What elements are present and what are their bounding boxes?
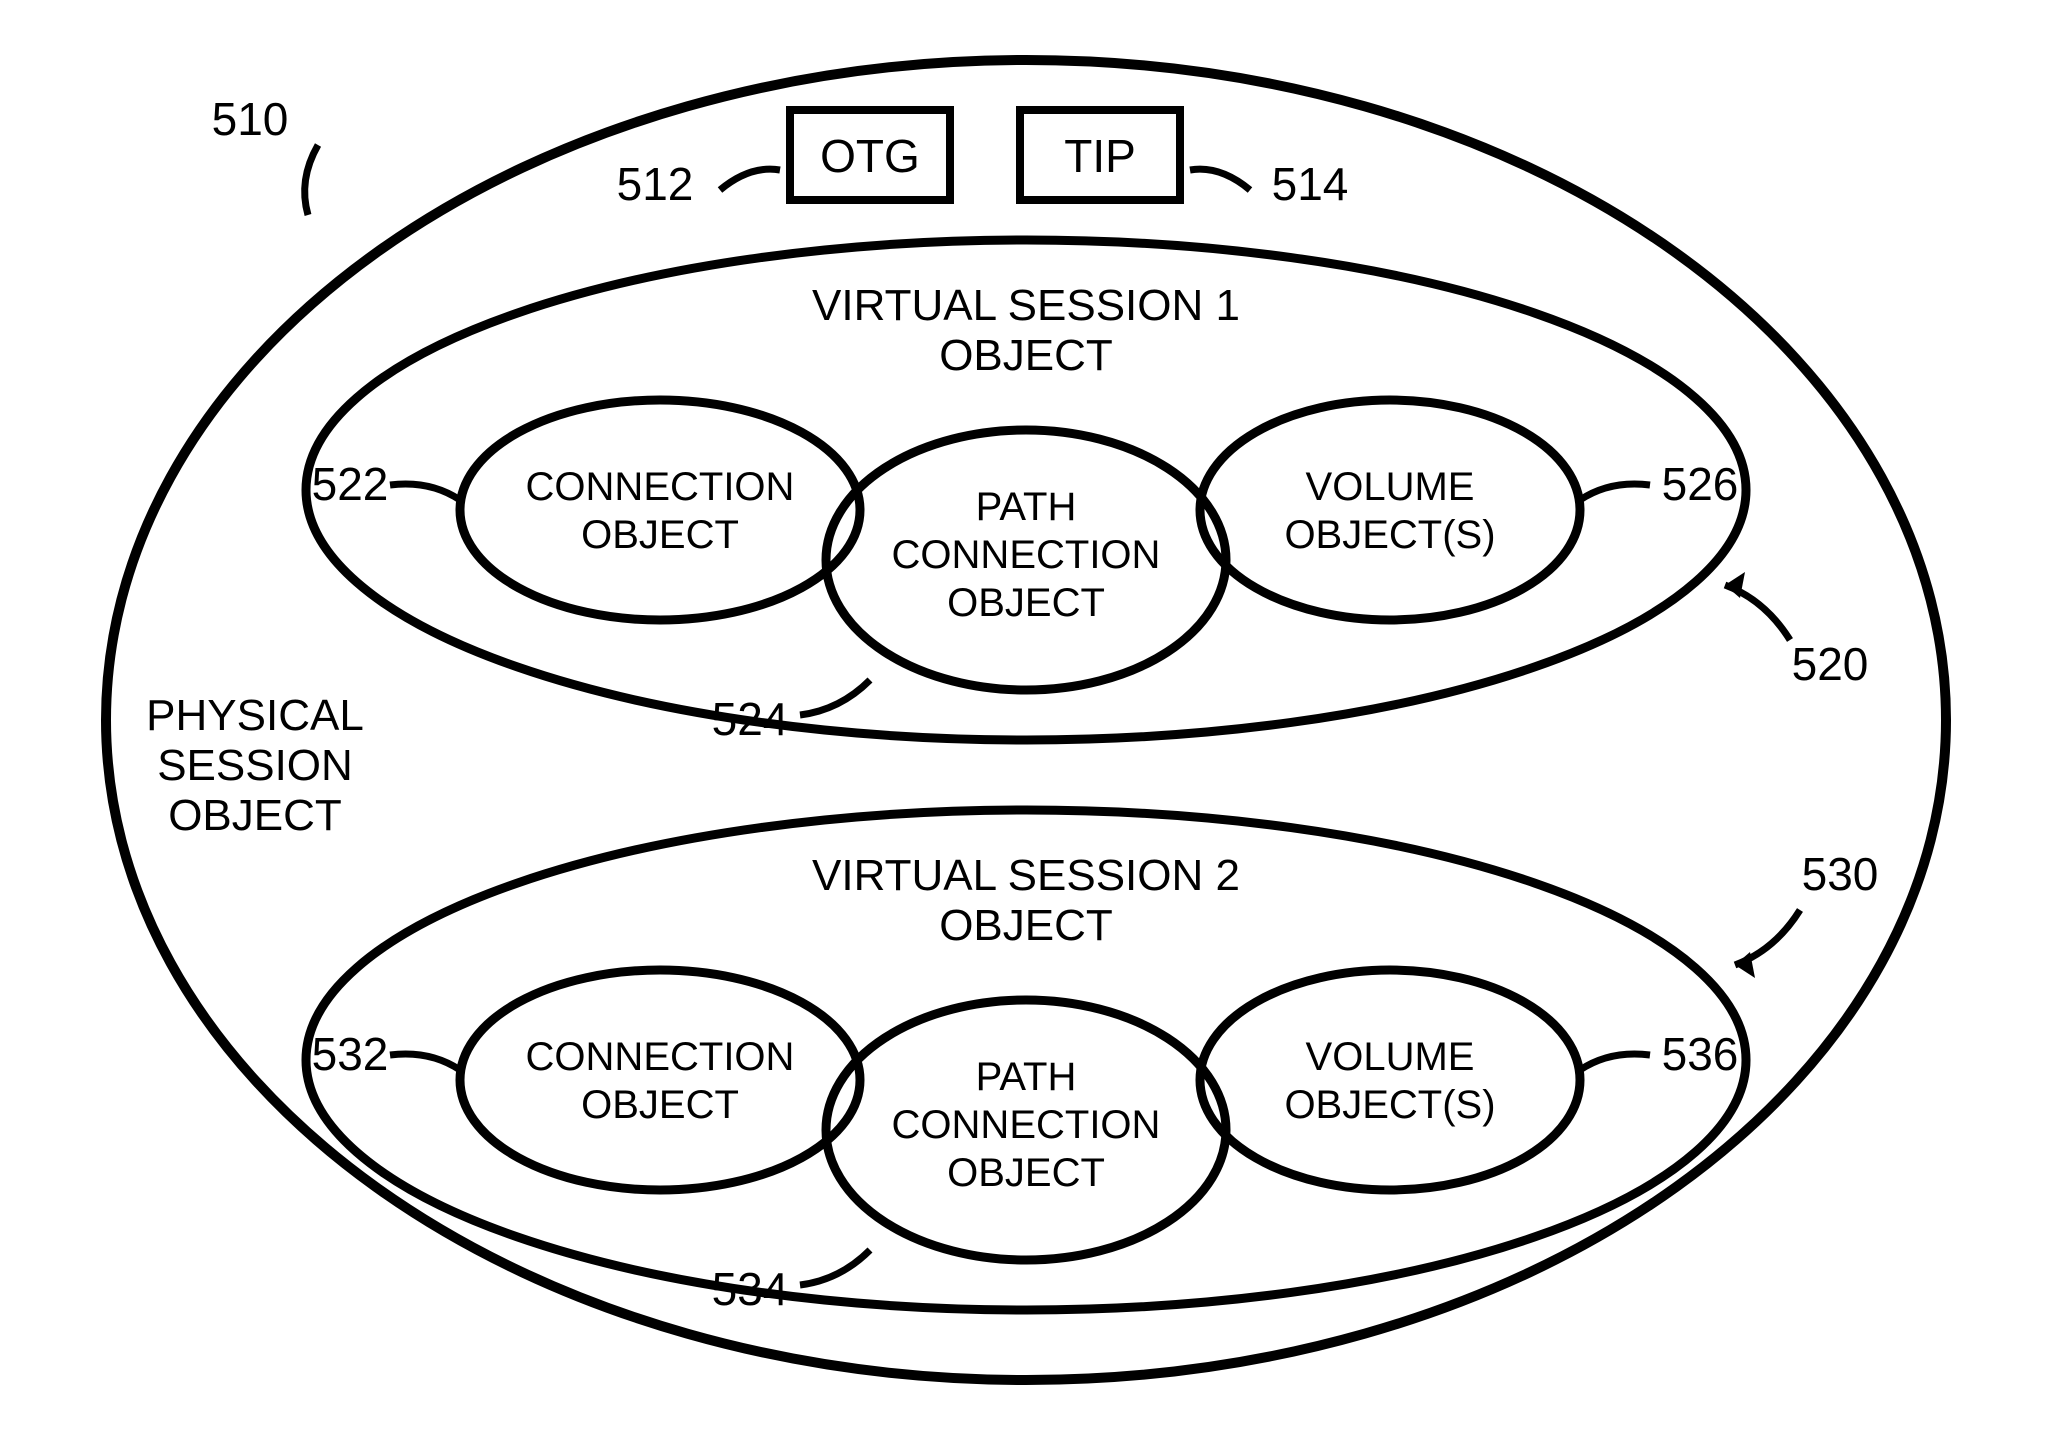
ref-534-leader: [800, 1250, 870, 1285]
vs2-vol-l2: OBJECT(S): [1284, 1083, 1495, 1127]
vs2-title-2: OBJECT: [939, 901, 1113, 950]
ref-512: 512: [617, 158, 694, 210]
diagram-root: 510 PHYSICAL SESSION OBJECT OTG 512 TIP …: [0, 0, 2052, 1447]
ref-510-leader: [305, 145, 318, 215]
ref-510: 510: [212, 93, 289, 145]
vs1-vol-l1: VOLUME: [1306, 465, 1475, 509]
vs2-path-l1: PATH: [976, 1055, 1077, 1099]
vs1-path-l2: CONNECTION: [892, 533, 1161, 577]
vs2-vol-l1: VOLUME: [1306, 1035, 1475, 1079]
ref-524-leader: [800, 680, 870, 715]
vs1-conn-l1: CONNECTION: [526, 465, 795, 509]
vs1-title-2: OBJECT: [939, 331, 1113, 380]
otg-label: OTG: [820, 130, 920, 182]
physical-session-label-1: PHYSICAL: [146, 691, 364, 740]
vs1-volume-ellipse: [1200, 400, 1580, 620]
ref-530: 530: [1802, 848, 1879, 900]
vs2-conn-l1: CONNECTION: [526, 1035, 795, 1079]
vs1-vol-l2: OBJECT(S): [1284, 513, 1495, 557]
vs2-conn-l2: OBJECT: [581, 1083, 739, 1127]
ref-514-leader: [1190, 169, 1250, 190]
vs2-title-1: VIRTUAL SESSION 2: [812, 851, 1240, 900]
ref-520: 520: [1792, 638, 1869, 690]
ref-532-leader: [390, 1054, 460, 1070]
vs1-conn-l2: OBJECT: [581, 513, 739, 557]
physical-session-label-3: OBJECT: [168, 791, 342, 840]
ref-536: 536: [1662, 1028, 1739, 1080]
ref-522: 522: [312, 458, 389, 510]
vs1-connection-ellipse: [460, 400, 860, 620]
vs2-connection-ellipse: [460, 970, 860, 1190]
vs1-path-l1: PATH: [976, 485, 1077, 529]
vs1-path-l3: OBJECT: [947, 581, 1105, 625]
physical-session-label-2: SESSION: [157, 741, 353, 790]
ref-522-leader: [390, 484, 460, 500]
ref-524: 524: [712, 693, 789, 745]
vs1-title-1: VIRTUAL SESSION 1: [812, 281, 1240, 330]
vs2-path-l2: CONNECTION: [892, 1103, 1161, 1147]
ref-532: 532: [312, 1028, 389, 1080]
ref-512-leader: [720, 169, 780, 190]
ref-526-leader: [1580, 484, 1650, 500]
vs2-volume-ellipse: [1200, 970, 1580, 1190]
ref-526: 526: [1662, 458, 1739, 510]
ref-514: 514: [1272, 158, 1349, 210]
ref-534: 534: [712, 1263, 789, 1315]
ref-536-leader: [1580, 1054, 1650, 1070]
vs2-path-l3: OBJECT: [947, 1151, 1105, 1195]
tip-label: TIP: [1064, 130, 1136, 182]
